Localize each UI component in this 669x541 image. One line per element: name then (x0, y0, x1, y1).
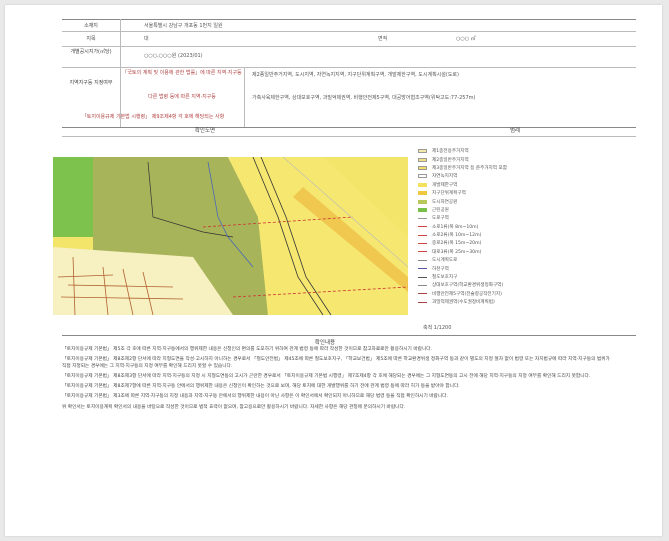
legend-item: 비행안전제5구역(전술항공작전기지) (418, 290, 618, 298)
legend-item: 소로2류(폭 10m~12m) (418, 231, 618, 239)
legend-item: 대로3류(폭 25m~30m) (418, 248, 618, 256)
zoning-other-value: 가축사육제한구역, 상대보호구역, 과밀억제권역, 비행안전제5구역, 대공방어… (252, 95, 476, 101)
legend-item: 소로1류(폭 8m~10m) (418, 223, 618, 231)
legend-item: 자연녹지지역 (418, 172, 618, 180)
legend-item: 제3종일반주거지역 등 준주거지역 포함 (418, 164, 618, 172)
zoning-sublabel-national: 「국토의 계획 및 이용에 관한 법률」에 따른 지역·지구등 (122, 70, 242, 76)
legend-label: 대로3류(폭 25m~30m) (432, 249, 482, 255)
land-category-value: 대 (144, 36, 149, 42)
legend-label: 소로1류(폭 8m~10m) (432, 224, 479, 230)
legend-label: 도시계획도로 (432, 258, 458, 264)
table-rule (62, 31, 636, 32)
document-page: 소재지 서울특별시 강남구 개포동 1번지 일원 지목 대 면적 ○○○ ㎡ 개… (5, 5, 662, 536)
legend-swatch (418, 165, 427, 170)
legend-label: 과밀억제권역(수도권정비계획법) (432, 300, 495, 306)
note-paragraph: 「토지이용규제 기본법」 제3조에 따른 지역·지구등의 지정 내용과 지역·지… (62, 394, 448, 400)
column-divider (244, 67, 245, 127)
zoning-national-value: 제2종일반주거지역, 도시지역, 자연녹지지역, 지구단위계획구역, 개발제한구… (252, 72, 459, 78)
legend-swatch (418, 157, 427, 162)
legend-swatch (418, 242, 427, 244)
legend-item: 도로구역 (418, 214, 618, 222)
note-paragraph: 「토지이용규제 기본법」 제8조제7항에 따른 지역·지구등 안에서의 행위제한… (62, 384, 460, 390)
legend-item: 상대보호구역(학교환경위생정화구역) (418, 281, 618, 289)
legend-label: 소로2류(폭 10m~12m) (432, 233, 482, 239)
legend-swatch (418, 191, 427, 196)
land-category-label: 지목 (86, 36, 96, 42)
legend-label: 비행안전제5구역(전술항공작전기지) (432, 291, 502, 297)
location-label: 소재지 (84, 23, 98, 29)
legend-item: 중로2류(폭 15m~20m) (418, 239, 618, 247)
legend-swatch (418, 149, 427, 154)
legend-label: 상대보호구역(학교환경위생정화구역) (432, 283, 504, 289)
legend-label: 근린공원 (432, 207, 449, 213)
zoning-sublabel-other: 다른 법령 등에 따른 지역·지구등 (148, 94, 216, 100)
legend-item: 철도보호지구 (418, 273, 618, 281)
notes-rule (62, 335, 636, 336)
table-rule (62, 67, 636, 68)
legend-item: 도시자연공원 (418, 197, 618, 205)
legend-label: 제1종전용주거지역 (432, 149, 469, 155)
map-section-title: 확인도면 (194, 128, 216, 134)
legend-swatch (418, 259, 427, 261)
legend-swatch (418, 293, 427, 295)
area-value: ○○○ ㎡ (456, 36, 476, 42)
section-rule (62, 136, 636, 137)
zoning-sublabel-enforcement: 「토지이용규제 기본법 시행령」 제9조제4항 각 호에 해당되는 사항 (81, 114, 225, 120)
legend-label: 하천구역 (432, 266, 449, 272)
land-use-map (53, 157, 408, 315)
map-legend: 제1종전용주거지역제2종일반주거지역제3종일반주거지역 등 준주거지역 포함자연… (418, 147, 618, 306)
legend-label: 중로2류(폭 15m~20m) (432, 241, 482, 247)
legend-item: 근린공원 (418, 206, 618, 214)
table-rule (62, 46, 636, 47)
land-price-value: ○○○,○○○원 (2023/01) (144, 53, 203, 59)
zoning-label: 지역지구등 지정여부 (69, 80, 113, 86)
legend-label: 도시자연공원 (432, 199, 458, 205)
table-top-rule (62, 19, 636, 20)
legend-swatch (418, 234, 427, 236)
legend-swatch (418, 301, 427, 303)
legend-swatch (418, 207, 427, 212)
note-paragraph: 「토지이용규제 기본법」 제8조제3항 단서에 따라 지역·지구등의 지정 시 … (62, 373, 591, 379)
legend-section-title: 범례 (509, 128, 521, 134)
note-paragraph: 「토지이용규제 기본법」 제8조제2항 단서에 따라 지형도면을 작성·고시하지… (62, 357, 610, 369)
legend-item: 하천구역 (418, 264, 618, 272)
notes-section-title: 확인내용 (314, 340, 336, 346)
notes-section: 「토지이용규제 기본법」 제5조 각 호에 따른 지역·지구등에서의 행위제한 … (62, 347, 614, 415)
map-drawing (53, 157, 408, 315)
area-label: 면적 (378, 36, 388, 42)
legend-swatch (418, 199, 427, 204)
legend-item: 제1종전용주거지역 (418, 147, 618, 155)
land-price-label: 개별공시지가(㎡당) (70, 49, 112, 55)
legend-swatch (418, 226, 427, 228)
legend-swatch (418, 276, 427, 278)
legend-label: 도로구역 (432, 216, 449, 222)
legend-swatch (418, 174, 427, 179)
legend-swatch (418, 268, 427, 270)
park-zone (53, 157, 93, 237)
note-paragraph: 위 확인서는 토지이용계획 확인서의 내용을 바탕으로 작성한 것이므로 법적 … (62, 404, 406, 410)
note-paragraph: 「토지이용규제 기본법」 제5조 각 호에 따른 지역·지구등에서의 행위제한 … (62, 347, 433, 352)
legend-item: 개발제한구역 (418, 181, 618, 189)
legend-label: 철도보호지구 (432, 275, 458, 281)
legend-label: 제3종일반주거지역 등 준주거지역 포함 (432, 165, 507, 171)
legend-swatch (418, 251, 427, 253)
land-info-table: 소재지 서울특별시 강남구 개포동 1번지 일원 지목 대 면적 ○○○ ㎡ 개… (62, 19, 636, 131)
legend-item: 과밀억제권역(수도권정비계획법) (418, 298, 618, 306)
legend-swatch (418, 284, 427, 286)
legend-swatch (418, 217, 427, 219)
legend-item: 제2종일반주거지역 (418, 155, 618, 163)
legend-label: 자연녹지지역 (432, 174, 458, 180)
map-scale: 축척 1/1200 (423, 325, 452, 331)
legend-label: 개발제한구역 (432, 182, 458, 188)
legend-item: 도시계획도로 (418, 256, 618, 264)
legend-label: 제2종일반주거지역 (432, 157, 469, 163)
document-viewer: 소재지 서울특별시 강남구 개포동 1번지 일원 지목 대 면적 ○○○ ㎡ 개… (0, 0, 669, 541)
legend-swatch (418, 182, 427, 187)
legend-item: 지구단위계획구역 (418, 189, 618, 197)
legend-label: 지구단위계획구역 (432, 191, 466, 197)
location-value: 서울특별시 강남구 개포동 1번지 일원 (144, 23, 223, 29)
